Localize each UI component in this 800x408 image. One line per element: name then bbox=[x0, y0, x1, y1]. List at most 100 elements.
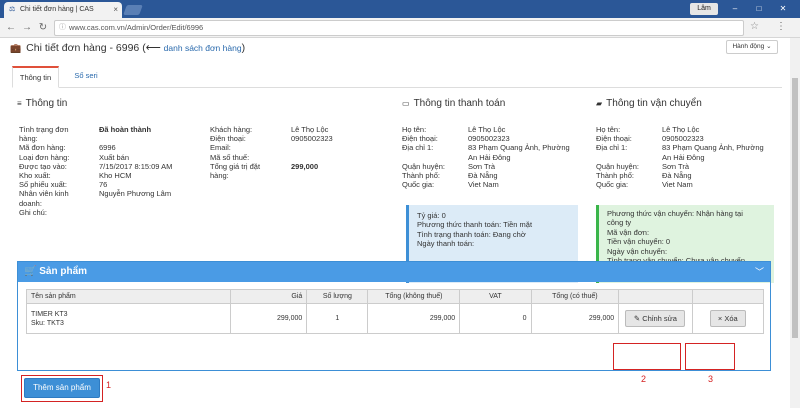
kv-key: Loại đơn hàng: bbox=[19, 152, 70, 162]
url-input[interactable]: ⓘ www.cas.com.vn/Admin/Order/Edit/6996 bbox=[54, 20, 744, 36]
scale-icon: ⚖ bbox=[9, 6, 16, 13]
kv-key: Điện thoại: bbox=[210, 134, 246, 144]
kv-value: An Hải Đông bbox=[662, 152, 705, 162]
product-name: TIMER KT3 bbox=[31, 310, 68, 318]
kv-key bbox=[596, 153, 662, 162]
kv-row: Khách hàng: Lê Thọ Lộc bbox=[210, 125, 390, 134]
column-header: Giá bbox=[229, 289, 308, 304]
kv-value: Viet Nam bbox=[468, 180, 499, 190]
products-table: Tên sản phẩm Giá Số lượng Tổng (không th… bbox=[26, 289, 765, 334]
payment-method: Phương thức thanh toán: Tiền mặt bbox=[417, 220, 533, 230]
exchange-rate: Tỷ giá: 0 bbox=[417, 211, 446, 220]
total-no-tax-cell: 299,000 bbox=[367, 303, 461, 334]
delete-button[interactable]: × Xóa bbox=[709, 310, 746, 327]
kv-row: Địa chỉ 1: 83 Phạm Quang Ảnh, Phường bbox=[596, 143, 786, 152]
action-dropdown-button[interactable]: Hành động ⌄ bbox=[726, 40, 778, 54]
scrollbar-thumb[interactable] bbox=[792, 78, 798, 338]
kv-key: doanh: bbox=[19, 198, 42, 208]
kv-row: Email: bbox=[210, 143, 390, 152]
kv-row: doanh: bbox=[19, 199, 199, 208]
kv-key: Quốc gia: bbox=[596, 180, 629, 190]
shipping-fee: Tiền vận chuyển: 0 bbox=[607, 237, 671, 247]
payment-heading-text: Thông tin thanh toán bbox=[413, 98, 506, 109]
kv-row: Tình trạng đơn Đã hoàn thành bbox=[19, 125, 199, 134]
menu-icon[interactable]: ⋮ bbox=[776, 21, 786, 32]
kv-value: An Hải Đông bbox=[468, 152, 511, 162]
table-header-row: Tên sản phẩm Giá Số lượng Tổng (không th… bbox=[26, 289, 765, 304]
browser-tab-title: Chi tiết đơn hàng | CAS bbox=[20, 6, 94, 13]
kv-row: Được tạo vào: 7/15/2017 8:15:09 AM bbox=[19, 162, 199, 171]
credit-card-icon: ▭ bbox=[402, 99, 410, 108]
minimize-button[interactable]: – bbox=[728, 3, 742, 15]
kv-value: 83 Phạm Quang Ảnh, Phường bbox=[662, 143, 764, 153]
tracking-code: Mã vận đơn: bbox=[607, 227, 650, 237]
back-close-text: ) bbox=[241, 42, 246, 54]
new-tab-button[interactable] bbox=[123, 5, 143, 15]
kv-key bbox=[402, 153, 468, 162]
kv-row: Quận huyện: Sơn Trà bbox=[402, 162, 592, 171]
customer-info-list: Khách hàng: Lê Thọ Lộc Điện thoại: 0905002… bbox=[210, 125, 390, 180]
kv-key: Mã đơn hàng: bbox=[19, 143, 66, 153]
window-close-button[interactable]: ✕ bbox=[776, 3, 790, 15]
tab-serial[interactable]: Sổ seri bbox=[66, 66, 106, 88]
kv-row: Điện thoại: 0905002323 bbox=[210, 134, 390, 143]
list-icon: ≡ bbox=[17, 99, 22, 108]
kv-row: Quận huyện: Sơn Trà bbox=[596, 162, 786, 171]
kv-row: Điện thoại: 0905002323 bbox=[596, 134, 786, 143]
column-header bbox=[618, 289, 693, 304]
customer-link[interactable]: Lê Thọ Lộc bbox=[291, 125, 328, 134]
star-icon[interactable]: ☆ bbox=[750, 21, 759, 32]
delete-label: Xóa bbox=[724, 314, 738, 323]
kv-key: Kho xuất: bbox=[19, 171, 51, 181]
address-bar: ← → ↻ ⓘ www.cas.com.vn/Admin/Order/Edit/… bbox=[0, 18, 800, 38]
shipping-method-cont: công ty bbox=[607, 218, 632, 228]
reload-icon[interactable]: ↻ bbox=[36, 21, 50, 35]
column-header bbox=[691, 289, 765, 304]
order-list-link[interactable]: danh sách đơn hàng bbox=[164, 43, 242, 53]
maximize-button[interactable]: □ bbox=[752, 3, 766, 15]
back-arrow-icon[interactable]: ← bbox=[4, 21, 18, 35]
edit-icon: ✎ bbox=[633, 314, 643, 323]
kv-key: Tổng giá trị đặt bbox=[210, 161, 261, 171]
chevron-down-icon[interactable]: ﹀ bbox=[755, 262, 764, 282]
edit-button[interactable]: ✎ Chỉnh sửa bbox=[625, 310, 686, 327]
kv-key: Ghi chú: bbox=[19, 207, 47, 217]
kv-row: Thành phố: Đà Nẵng bbox=[596, 171, 786, 180]
column-header: Tên sản phẩm bbox=[26, 289, 231, 304]
annotation-frame-2 bbox=[613, 343, 681, 370]
kv-row: Kho xuất: Kho HCM bbox=[19, 171, 199, 180]
close-icon[interactable]: × bbox=[113, 5, 118, 14]
annotation-frame-1 bbox=[21, 375, 103, 402]
info-heading-text: Thông tin bbox=[25, 98, 68, 109]
browser-tab[interactable]: ⚖ Chi tiết đơn hàng | CAS × bbox=[4, 2, 122, 18]
shipping-date: Ngày vận chuyển: bbox=[607, 246, 668, 256]
products-panel-header[interactable]: 🛒 Sản phẩm ﹀ bbox=[18, 262, 770, 282]
kv-row: Loại đơn hàng: Xuất bán bbox=[19, 153, 199, 162]
kv-key: Họ tên: bbox=[402, 125, 427, 134]
delete-cell: × Xóa bbox=[691, 303, 765, 334]
order-info-list: Tình trạng đơn Đã hoàn thành hàng: Mã đơn… bbox=[19, 125, 199, 217]
kv-key: Số phiếu xuất: bbox=[19, 180, 67, 190]
order-total-value: 299,000 bbox=[291, 161, 319, 171]
scrollbar[interactable] bbox=[790, 38, 800, 408]
cart-icon: 🛒 bbox=[24, 266, 37, 277]
kv-row: Số phiếu xuất: 76 bbox=[19, 180, 199, 189]
page-info-icon[interactable]: ⓘ bbox=[59, 21, 66, 35]
profile-button[interactable]: Lâm bbox=[690, 3, 718, 15]
kv-value: Lê Thọ Lộc bbox=[468, 125, 506, 134]
shipping-heading-text: Thông tin vận chuyển bbox=[606, 98, 702, 109]
url-text: www.cas.com.vn/Admin/Order/Edit/6996 bbox=[69, 23, 204, 32]
kv-key: Email: bbox=[210, 143, 231, 153]
kv-value: 83 Phạm Quang Ảnh, Phường bbox=[468, 143, 570, 153]
shipping-method: Phương thức vận chuyển: Nhận hàng tại bbox=[607, 209, 743, 218]
kv-key: Thành phố: bbox=[596, 171, 634, 181]
kv-row: Họ tên: Lê Thọ Lộc bbox=[402, 125, 592, 134]
payment-info-list: Họ tên: Lê Thọ Lộc Điện thoại: 0905002323 … bbox=[402, 125, 592, 189]
kv-value: Đà Nẵng bbox=[468, 171, 498, 181]
kv-key: Địa chỉ 1: bbox=[596, 143, 628, 153]
kv-row: Ghi chú: bbox=[19, 208, 199, 217]
forward-arrow-icon[interactable]: → bbox=[20, 21, 34, 35]
kv-key: hàng: bbox=[210, 171, 229, 181]
kv-key: Thành phố: bbox=[402, 171, 440, 181]
tab-info[interactable]: Thông tin bbox=[12, 66, 59, 88]
